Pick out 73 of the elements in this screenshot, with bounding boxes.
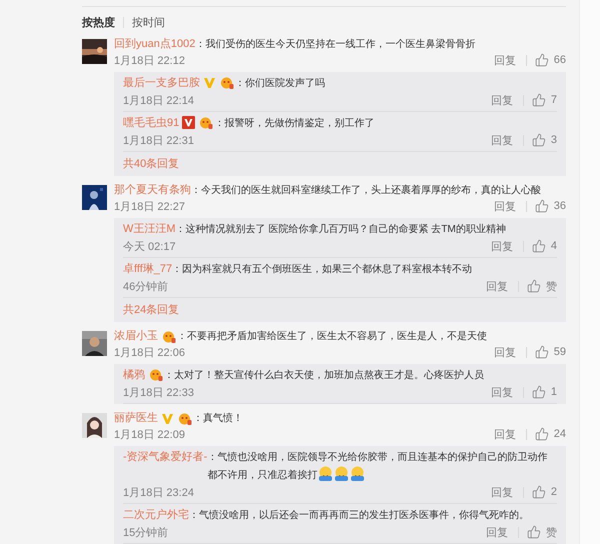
thumbs-up-icon — [534, 427, 549, 441]
username-link[interactable]: 浓眉小玉 — [114, 329, 158, 344]
timestamp: 今天 02:17 — [123, 240, 176, 254]
thumbs-up-icon — [527, 279, 541, 293]
timestamp: 46分钟前 — [123, 280, 168, 294]
reply-link[interactable]: 回复 — [490, 132, 513, 148]
like-button[interactable]: 4 — [532, 239, 557, 253]
timestamp: 1月18日 22:27 — [114, 200, 185, 214]
username-link[interactable]: 橘鸦 — [123, 367, 145, 384]
reply-link[interactable]: 回复 — [490, 384, 513, 400]
timestamp: 15分钟前 — [123, 526, 168, 540]
comment-text: ：因为科室就只有五个倒班医生，如果三个都休息了科室根本转不动 — [172, 262, 474, 277]
like-button[interactable]: 3 — [532, 133, 557, 147]
like-button[interactable]: 赞 — [527, 524, 557, 540]
thumbs-up-icon — [532, 239, 546, 253]
comment-text: ：不要再把矛盾加害给医生了，医生太不容易了，医生是人，不是天使 — [177, 330, 488, 344]
timestamp: 1月18日 22:09 — [114, 428, 185, 442]
comment-text: ：太对了！整天宣传什么白衣天使，加班加点熬夜王才是。心疼医护人员 — [164, 368, 485, 383]
comment-text: ：今天我们的医生就回科室继续工作了，头上还裹着厚厚的纱布，真的让人心酸 — [191, 184, 542, 198]
timestamp: 1月18日 22:31 — [123, 134, 194, 148]
timestamp: 1月18日 22:14 — [123, 94, 194, 108]
reply-link[interactable]: 回复 — [490, 238, 513, 254]
like-button[interactable]: 赞 — [527, 278, 557, 294]
reply-link[interactable]: 回复 — [486, 278, 508, 294]
username-link[interactable]: 回到yuan点1002 — [114, 37, 196, 52]
username-link[interactable]: W王汪汪M — [123, 221, 176, 238]
like-button[interactable]: 24 — [534, 427, 566, 441]
reply-link[interactable]: 回复 — [490, 484, 513, 500]
username-link[interactable]: 丽萨医生 — [114, 411, 158, 426]
thumbs-up-icon — [534, 345, 549, 359]
comment-text: ：这种情况就别去了 医院给你拿几百万吗？自己的命要紧 去TM的职业精神 — [176, 222, 507, 237]
username-link[interactable]: 卓fff琳_77 — [123, 261, 172, 278]
thumbs-up-icon — [527, 525, 541, 539]
username-link[interactable]: 最后一支多巴胺 — [123, 75, 200, 92]
more-replies-link[interactable]: 共40条回复 — [123, 152, 557, 176]
thumbs-up-icon — [534, 53, 549, 67]
sort-tab[interactable]: 按热度 — [82, 14, 115, 30]
comment-text: ：我们受伤的医生今天仍坚持在一线工作，一个医生鼻梁骨骨折 — [195, 38, 476, 52]
smiley-icon — [318, 466, 334, 481]
comment-text: ：真气愤！ — [193, 412, 244, 426]
reply-link[interactable]: 回复 — [494, 344, 516, 360]
like-button[interactable]: 7 — [532, 93, 557, 107]
thumbs-up-icon — [534, 199, 549, 213]
sort-tab[interactable]: 按时间 — [132, 14, 165, 30]
thumbs-up-icon — [532, 485, 546, 499]
timestamp: 1月18日 22:12 — [114, 54, 185, 68]
timestamp: 1月18日 22:33 — [123, 386, 194, 400]
thumbs-up-icon — [532, 385, 546, 399]
comment-text: ：报警呀，先做伤情鉴定，别工作了 — [214, 116, 376, 131]
smiley-icon — [334, 466, 350, 481]
username-link[interactable]: 嘿毛毛虫91 — [123, 115, 180, 132]
like-button[interactable]: 66 — [534, 53, 566, 67]
reply-link[interactable]: 回复 — [494, 52, 516, 68]
smiley-icon — [350, 466, 366, 481]
thumbs-up-icon — [532, 133, 546, 147]
reply-link[interactable]: 回复 — [486, 524, 508, 540]
timestamp: 1月18日 22:06 — [114, 346, 185, 360]
like-button[interactable]: 36 — [534, 199, 566, 213]
comment-text: ：气愤也没啥用，医院领导不光给你胶带，而且连基本的保护自己的防卫动作都不许用，只准忍着挨打 — [207, 450, 548, 483]
reply-link[interactable]: 回复 — [494, 426, 516, 442]
username-link[interactable]: -资深气象爱好者- — [123, 449, 208, 466]
username-link[interactable]: 二次元户外宅 — [123, 507, 189, 524]
like-button[interactable]: 2 — [532, 485, 557, 499]
thumbs-up-icon — [532, 93, 546, 107]
reply-link[interactable]: 回复 — [494, 198, 516, 214]
timestamp: 1月18日 23:24 — [123, 486, 194, 500]
like-button[interactable]: 59 — [534, 345, 566, 359]
comment-text: ：气愤没啥用，以后还会一而再再而三的发生打医杀医事件，你得气死咋的。 — [189, 508, 530, 523]
more-replies-link[interactable]: 共24条回复 — [123, 298, 557, 322]
reply-link[interactable]: 回复 — [490, 92, 513, 108]
comment-text: ：你们医院发声了吗 — [235, 76, 326, 91]
username-link[interactable]: 那个夏天有条狗 — [114, 183, 191, 198]
like-button[interactable]: 1 — [532, 385, 557, 399]
